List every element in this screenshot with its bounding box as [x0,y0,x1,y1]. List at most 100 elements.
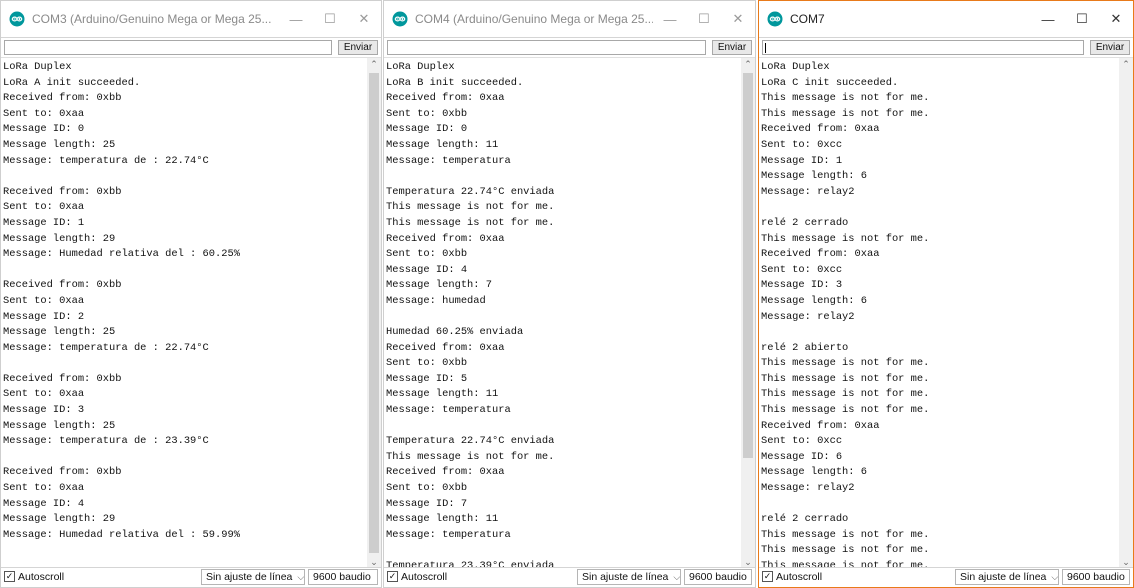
serial-line: Message: relay2 [761,310,855,323]
baud-select[interactable]: 9600 baudio [684,569,752,585]
serial-line: Sent to: 0xaa [3,107,85,120]
serial-line: Message: humedad [386,294,486,307]
serial-line: Message ID: 3 [3,404,85,417]
serial-line [761,325,1119,341]
send-button[interactable]: Enviar [712,40,752,55]
send-button[interactable]: Enviar [338,40,378,55]
serial-line: relé 2 cerrado [761,513,849,526]
chevron-down-icon: ⌵ [673,571,681,582]
close-icon[interactable]: ✕ [721,1,755,37]
title-bar[interactable]: COM3 (Arduino/Genuino Mega or Mega 25...… [1,1,381,37]
vertical-scrollbar[interactable]: ⌃ ⌄ [741,58,755,569]
arduino-logo-icon [392,11,408,27]
serial-line: This message is not for me. [386,201,555,214]
autoscroll-checkbox[interactable]: ✓ [387,571,398,582]
window-title: COM3 (Arduino/Genuino Mega or Mega 25... [32,12,272,26]
serial-line: relé 2 cerrado [761,216,849,229]
serial-output-text: LoRa Duplex LoRa A init succeeded. Receive… [1,58,367,543]
chevron-down-icon: ⌵ [1051,571,1059,582]
serial-output[interactable]: LoRa Duplex LoRa B init succeeded. Receive… [384,58,741,569]
serial-line: Message: temperatura [386,404,511,417]
serial-line: Sent to: 0xbb [386,107,468,120]
serial-line: Received from: 0xbb [3,372,122,385]
serial-line: Message length: 11 [386,513,499,526]
serial-line: Message: temperatura de : 22.74°C [3,154,209,167]
chevron-down-icon: ⌵ [297,571,305,582]
serial-line: Message ID: 1 [761,154,843,167]
serial-line: Message length: 11 [386,388,499,401]
serial-line: This message is not for me. [761,404,930,417]
serial-line: Message: Humedad relativa del : 60.25% [3,248,240,261]
scrollbar-thumb[interactable] [369,73,379,553]
serial-line: Message ID: 1 [3,216,85,229]
close-icon[interactable]: ✕ [347,1,381,37]
close-icon[interactable]: ✕ [1099,1,1133,37]
title-bar[interactable]: COM7 — ☐ ✕ [759,1,1133,37]
serial-line: Message ID: 0 [3,123,85,136]
maximize-icon[interactable]: ☐ [1065,1,1099,37]
serial-line: Message: temperatura [386,528,511,541]
autoscroll-label: Autoscroll [776,571,823,583]
line-ending-select[interactable]: Sin ajuste de línea ⌵ [577,569,681,585]
title-bar[interactable]: COM4 (Arduino/Genuino Mega or Mega 25...… [384,1,755,37]
serial-line: Message ID: 3 [761,279,843,292]
serial-output[interactable]: LoRa Duplex LoRa A init succeeded. Receive… [1,58,367,569]
autoscroll-checkbox[interactable]: ✓ [762,571,773,582]
serial-line: Sent to: 0xbb [386,248,468,261]
serial-line: LoRa C init succeeded. [761,76,899,89]
send-row: Enviar [759,37,1133,58]
serial-line: Message length: 29 [3,232,116,245]
serial-line: Message: temperatura de : 22.74°C [3,341,209,354]
line-ending-value: Sin ajuste de línea [206,571,293,583]
line-ending-value: Sin ajuste de línea [960,571,1047,583]
serial-line: Message length: 25 [3,419,116,432]
serial-line: This message is not for me. [761,372,930,385]
line-ending-select[interactable]: Sin ajuste de línea ⌵ [201,569,305,585]
serial-line: This message is not for me. [761,544,930,557]
serial-output[interactable]: LoRa Duplex LoRa C init succeeded. This me… [759,58,1119,569]
serial-line: Received from: 0xaa [386,466,505,479]
serial-line: Message ID: 4 [3,497,85,510]
serial-line: This message is not for me. [761,92,930,105]
serial-monitor-window-com4: COM4 (Arduino/Genuino Mega or Mega 25...… [383,0,756,588]
send-row: Enviar [384,37,755,58]
serial-line: Temperatura 22.74°C enviada [386,435,555,448]
send-input[interactable] [762,40,1084,55]
serial-line: Message length: 6 [761,170,868,183]
serial-line: This message is not for me. [761,388,930,401]
baud-select[interactable]: 9600 baudio [1062,569,1130,585]
chevron-up-icon[interactable]: ⌃ [1119,58,1133,71]
serial-line: Message ID: 0 [386,123,468,136]
minimize-icon[interactable]: — [1031,1,1065,37]
bottom-bar: ✓ Autoscroll Sin ajuste de línea ⌵ 9600 … [759,567,1133,587]
minimize-icon[interactable]: — [279,1,313,37]
chevron-up-icon[interactable]: ⌃ [741,58,755,71]
maximize-icon[interactable]: ☐ [687,1,721,37]
serial-line: Received from: 0xaa [761,123,880,136]
serial-line: This message is not for me. [761,232,930,245]
chevron-up-icon[interactable]: ⌃ [367,58,381,71]
autoscroll-label: Autoscroll [18,571,65,583]
autoscroll-checkbox[interactable]: ✓ [4,571,15,582]
maximize-icon[interactable]: ☐ [313,1,347,37]
scrollbar-thumb[interactable] [743,73,753,458]
vertical-scrollbar[interactable]: ⌃ ⌄ [1119,58,1133,569]
serial-line: This message is not for me. [761,528,930,541]
serial-line [386,419,741,435]
send-input[interactable] [387,40,706,55]
send-button[interactable]: Enviar [1090,40,1130,55]
send-input[interactable] [4,40,332,55]
serial-line: Sent to: 0xcc [761,138,843,151]
window-title: COM7 [790,12,825,26]
baud-select[interactable]: 9600 baudio [308,569,378,585]
serial-line: Received from: 0xaa [761,248,880,261]
serial-line: Message ID: 4 [386,263,468,276]
minimize-icon[interactable]: — [653,1,687,37]
line-ending-value: Sin ajuste de línea [582,571,669,583]
vertical-scrollbar[interactable]: ⌃ ⌄ [367,58,381,569]
serial-line: Message: relay2 [761,185,855,198]
line-ending-select[interactable]: Sin ajuste de línea ⌵ [955,569,1059,585]
serial-line: relé 2 abierto [761,341,849,354]
serial-line: Message length: 6 [761,466,868,479]
serial-line [3,169,367,185]
